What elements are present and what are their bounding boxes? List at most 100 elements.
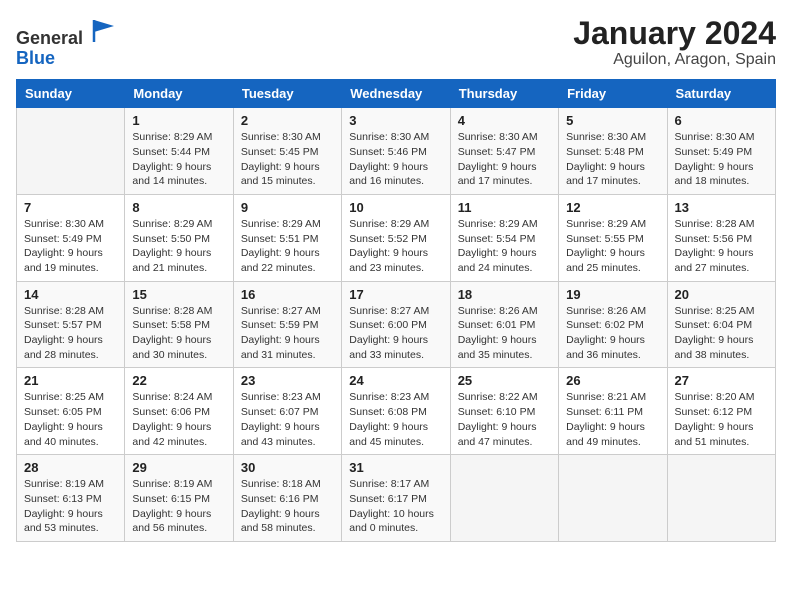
day-number: 17 — [349, 287, 442, 302]
calendar-day-cell: 13 Sunrise: 8:28 AMSunset: 5:56 PMDayligh… — [667, 194, 775, 281]
calendar-week-row: 21Sunrise: 8:25 AMSunset: 6:05 PMDayligh… — [17, 368, 776, 455]
day-of-week-header: Saturday — [667, 80, 775, 108]
calendar-table: SundayMondayTuesdayWednesdayThursdayFrid… — [16, 79, 776, 542]
calendar-day-cell: 18Sunrise: 8:26 AMSunset: 6:01 PMDayligh… — [450, 281, 558, 368]
location-title: Aguilon, Aragon, Spain — [573, 51, 776, 69]
calendar-week-row: 7Sunrise: 8:30 AMSunset: 5:49 PMDaylight… — [17, 194, 776, 281]
calendar-day-cell: 9 Sunrise: 8:29 AMSunset: 5:51 PMDaylight… — [233, 194, 341, 281]
day-info: Sunrise: 8:23 AMSunset: 6:07 PMDaylight:… — [241, 390, 334, 449]
day-number: 15 — [132, 287, 225, 302]
day-number: 18 — [458, 287, 551, 302]
day-of-week-header: Thursday — [450, 80, 558, 108]
calendar-day-cell — [667, 455, 775, 542]
calendar-day-cell: 11 Sunrise: 8:29 AMSunset: 5:54 PMDayligh… — [450, 194, 558, 281]
day-info: Sunrise: 8:27 AMSunset: 5:59 PMDaylight:… — [241, 304, 334, 363]
day-of-week-header: Monday — [125, 80, 233, 108]
calendar-header-row: SundayMondayTuesdayWednesdayThursdayFrid… — [17, 80, 776, 108]
day-number: 5 — [566, 113, 659, 128]
day-of-week-header: Friday — [559, 80, 667, 108]
day-info: Sunrise: 8:19 AMSunset: 6:15 PMDaylight:… — [132, 477, 225, 536]
day-info: Sunrise: 8:26 AMSunset: 6:02 PMDaylight:… — [566, 304, 659, 363]
day-number: 14 — [24, 287, 117, 302]
day-number: 23 — [241, 373, 334, 388]
calendar-day-cell: 16 Sunrise: 8:27 AMSunset: 5:59 PMDayligh… — [233, 281, 341, 368]
day-number: 10 — [349, 200, 442, 215]
day-info: Sunrise: 8:24 AMSunset: 6:06 PMDaylight:… — [132, 390, 225, 449]
day-number: 2 — [241, 113, 334, 128]
calendar-day-cell: 25Sunrise: 8:22 AMSunset: 6:10 PMDayligh… — [450, 368, 558, 455]
day-info: Sunrise: 8:30 AMSunset: 5:49 PMDaylight:… — [675, 130, 768, 189]
day-number: 28 — [24, 460, 117, 475]
day-info: Sunrise: 8:21 AMSunset: 6:11 PMDaylight:… — [566, 390, 659, 449]
day-of-week-header: Sunday — [17, 80, 125, 108]
calendar-day-cell — [559, 455, 667, 542]
calendar-week-row: 14 Sunrise: 8:28 AMSunset: 5:57 PMDayligh… — [17, 281, 776, 368]
calendar-day-cell: 15 Sunrise: 8:28 AMSunset: 5:58 PMDayligh… — [125, 281, 233, 368]
calendar-day-cell: 12 Sunrise: 8:29 AMSunset: 5:55 PMDayligh… — [559, 194, 667, 281]
day-info: Sunrise: 8:30 AMSunset: 5:45 PMDaylight:… — [241, 130, 334, 189]
day-info: Sunrise: 8:29 AMSunset: 5:52 PMDaylight:… — [349, 217, 442, 276]
day-number: 31 — [349, 460, 442, 475]
logo-block: General Blue — [16, 16, 118, 67]
calendar-day-cell: 3 Sunrise: 8:30 AMSunset: 5:46 PMDaylight… — [342, 108, 450, 195]
calendar-day-cell: 29 Sunrise: 8:19 AMSunset: 6:15 PMDayligh… — [125, 455, 233, 542]
calendar-day-cell: 4Sunrise: 8:30 AMSunset: 5:47 PMDaylight… — [450, 108, 558, 195]
day-number: 6 — [675, 113, 768, 128]
day-number: 26 — [566, 373, 659, 388]
calendar-day-cell: 22Sunrise: 8:24 AMSunset: 6:06 PMDayligh… — [125, 368, 233, 455]
day-number: 12 — [566, 200, 659, 215]
day-info: Sunrise: 8:29 AMSunset: 5:55 PMDaylight:… — [566, 217, 659, 276]
day-info: Sunrise: 8:28 AMSunset: 5:58 PMDaylight:… — [132, 304, 225, 363]
calendar-day-cell: 23 Sunrise: 8:23 AMSunset: 6:07 PMDayligh… — [233, 368, 341, 455]
day-info: Sunrise: 8:25 AMSunset: 6:04 PMDaylight:… — [675, 304, 768, 363]
logo-text: General — [16, 16, 118, 49]
day-info: Sunrise: 8:23 AMSunset: 6:08 PMDaylight:… — [349, 390, 442, 449]
calendar-day-cell: 31 Sunrise: 8:17 AMSunset: 6:17 PMDayligh… — [342, 455, 450, 542]
day-info: Sunrise: 8:29 AMSunset: 5:54 PMDaylight:… — [458, 217, 551, 276]
day-number: 9 — [241, 200, 334, 215]
calendar-day-cell: 6 Sunrise: 8:30 AMSunset: 5:49 PMDaylight… — [667, 108, 775, 195]
day-number: 4 — [458, 113, 551, 128]
day-info: Sunrise: 8:28 AMSunset: 5:57 PMDaylight:… — [24, 304, 117, 363]
day-number: 20 — [675, 287, 768, 302]
logo-general: General — [16, 28, 83, 48]
day-info: Sunrise: 8:30 AMSunset: 5:46 PMDaylight:… — [349, 130, 442, 189]
day-info: Sunrise: 8:20 AMSunset: 6:12 PMDaylight:… — [675, 390, 768, 449]
day-info: Sunrise: 8:17 AMSunset: 6:17 PMDaylight:… — [349, 477, 442, 536]
logo-flag-icon — [90, 16, 118, 44]
day-number: 29 — [132, 460, 225, 475]
day-number: 27 — [675, 373, 768, 388]
calendar-day-cell: 5 Sunrise: 8:30 AMSunset: 5:48 PMDaylight… — [559, 108, 667, 195]
calendar-day-cell: 7Sunrise: 8:30 AMSunset: 5:49 PMDaylight… — [17, 194, 125, 281]
day-number: 13 — [675, 200, 768, 215]
calendar-day-cell: 14 Sunrise: 8:28 AMSunset: 5:57 PMDayligh… — [17, 281, 125, 368]
logo-blue: Blue — [16, 49, 118, 67]
day-info: Sunrise: 8:18 AMSunset: 6:16 PMDaylight:… — [241, 477, 334, 536]
calendar-day-cell: 19 Sunrise: 8:26 AMSunset: 6:02 PMDayligh… — [559, 281, 667, 368]
calendar-day-cell: 1Sunrise: 8:29 AMSunset: 5:44 PMDaylight… — [125, 108, 233, 195]
calendar-day-cell: 17 Sunrise: 8:27 AMSunset: 6:00 PMDayligh… — [342, 281, 450, 368]
day-info: Sunrise: 8:27 AMSunset: 6:00 PMDaylight:… — [349, 304, 442, 363]
day-number: 24 — [349, 373, 442, 388]
day-number: 19 — [566, 287, 659, 302]
day-info: Sunrise: 8:30 AMSunset: 5:49 PMDaylight:… — [24, 217, 117, 276]
calendar-day-cell — [450, 455, 558, 542]
day-number: 30 — [241, 460, 334, 475]
day-number: 11 — [458, 200, 551, 215]
calendar-day-cell: 26 Sunrise: 8:21 AMSunset: 6:11 PMDayligh… — [559, 368, 667, 455]
title-block: January 2024 Aguilon, Aragon, Spain — [573, 16, 776, 69]
calendar-day-cell: 20 Sunrise: 8:25 AMSunset: 6:04 PMDayligh… — [667, 281, 775, 368]
day-number: 1 — [132, 113, 225, 128]
calendar-day-cell: 27 Sunrise: 8:20 AMSunset: 6:12 PMDayligh… — [667, 368, 775, 455]
calendar-week-row: 28 Sunrise: 8:19 AMSunset: 6:13 PMDayligh… — [17, 455, 776, 542]
day-number: 3 — [349, 113, 442, 128]
logo: General Blue — [16, 16, 118, 67]
day-info: Sunrise: 8:29 AMSunset: 5:51 PMDaylight:… — [241, 217, 334, 276]
day-number: 16 — [241, 287, 334, 302]
day-info: Sunrise: 8:30 AMSunset: 5:48 PMDaylight:… — [566, 130, 659, 189]
calendar-day-cell: 28 Sunrise: 8:19 AMSunset: 6:13 PMDayligh… — [17, 455, 125, 542]
calendar-day-cell: 24 Sunrise: 8:23 AMSunset: 6:08 PMDayligh… — [342, 368, 450, 455]
day-info: Sunrise: 8:19 AMSunset: 6:13 PMDaylight:… — [24, 477, 117, 536]
day-info: Sunrise: 8:22 AMSunset: 6:10 PMDaylight:… — [458, 390, 551, 449]
day-info: Sunrise: 8:28 AMSunset: 5:56 PMDaylight:… — [675, 217, 768, 276]
